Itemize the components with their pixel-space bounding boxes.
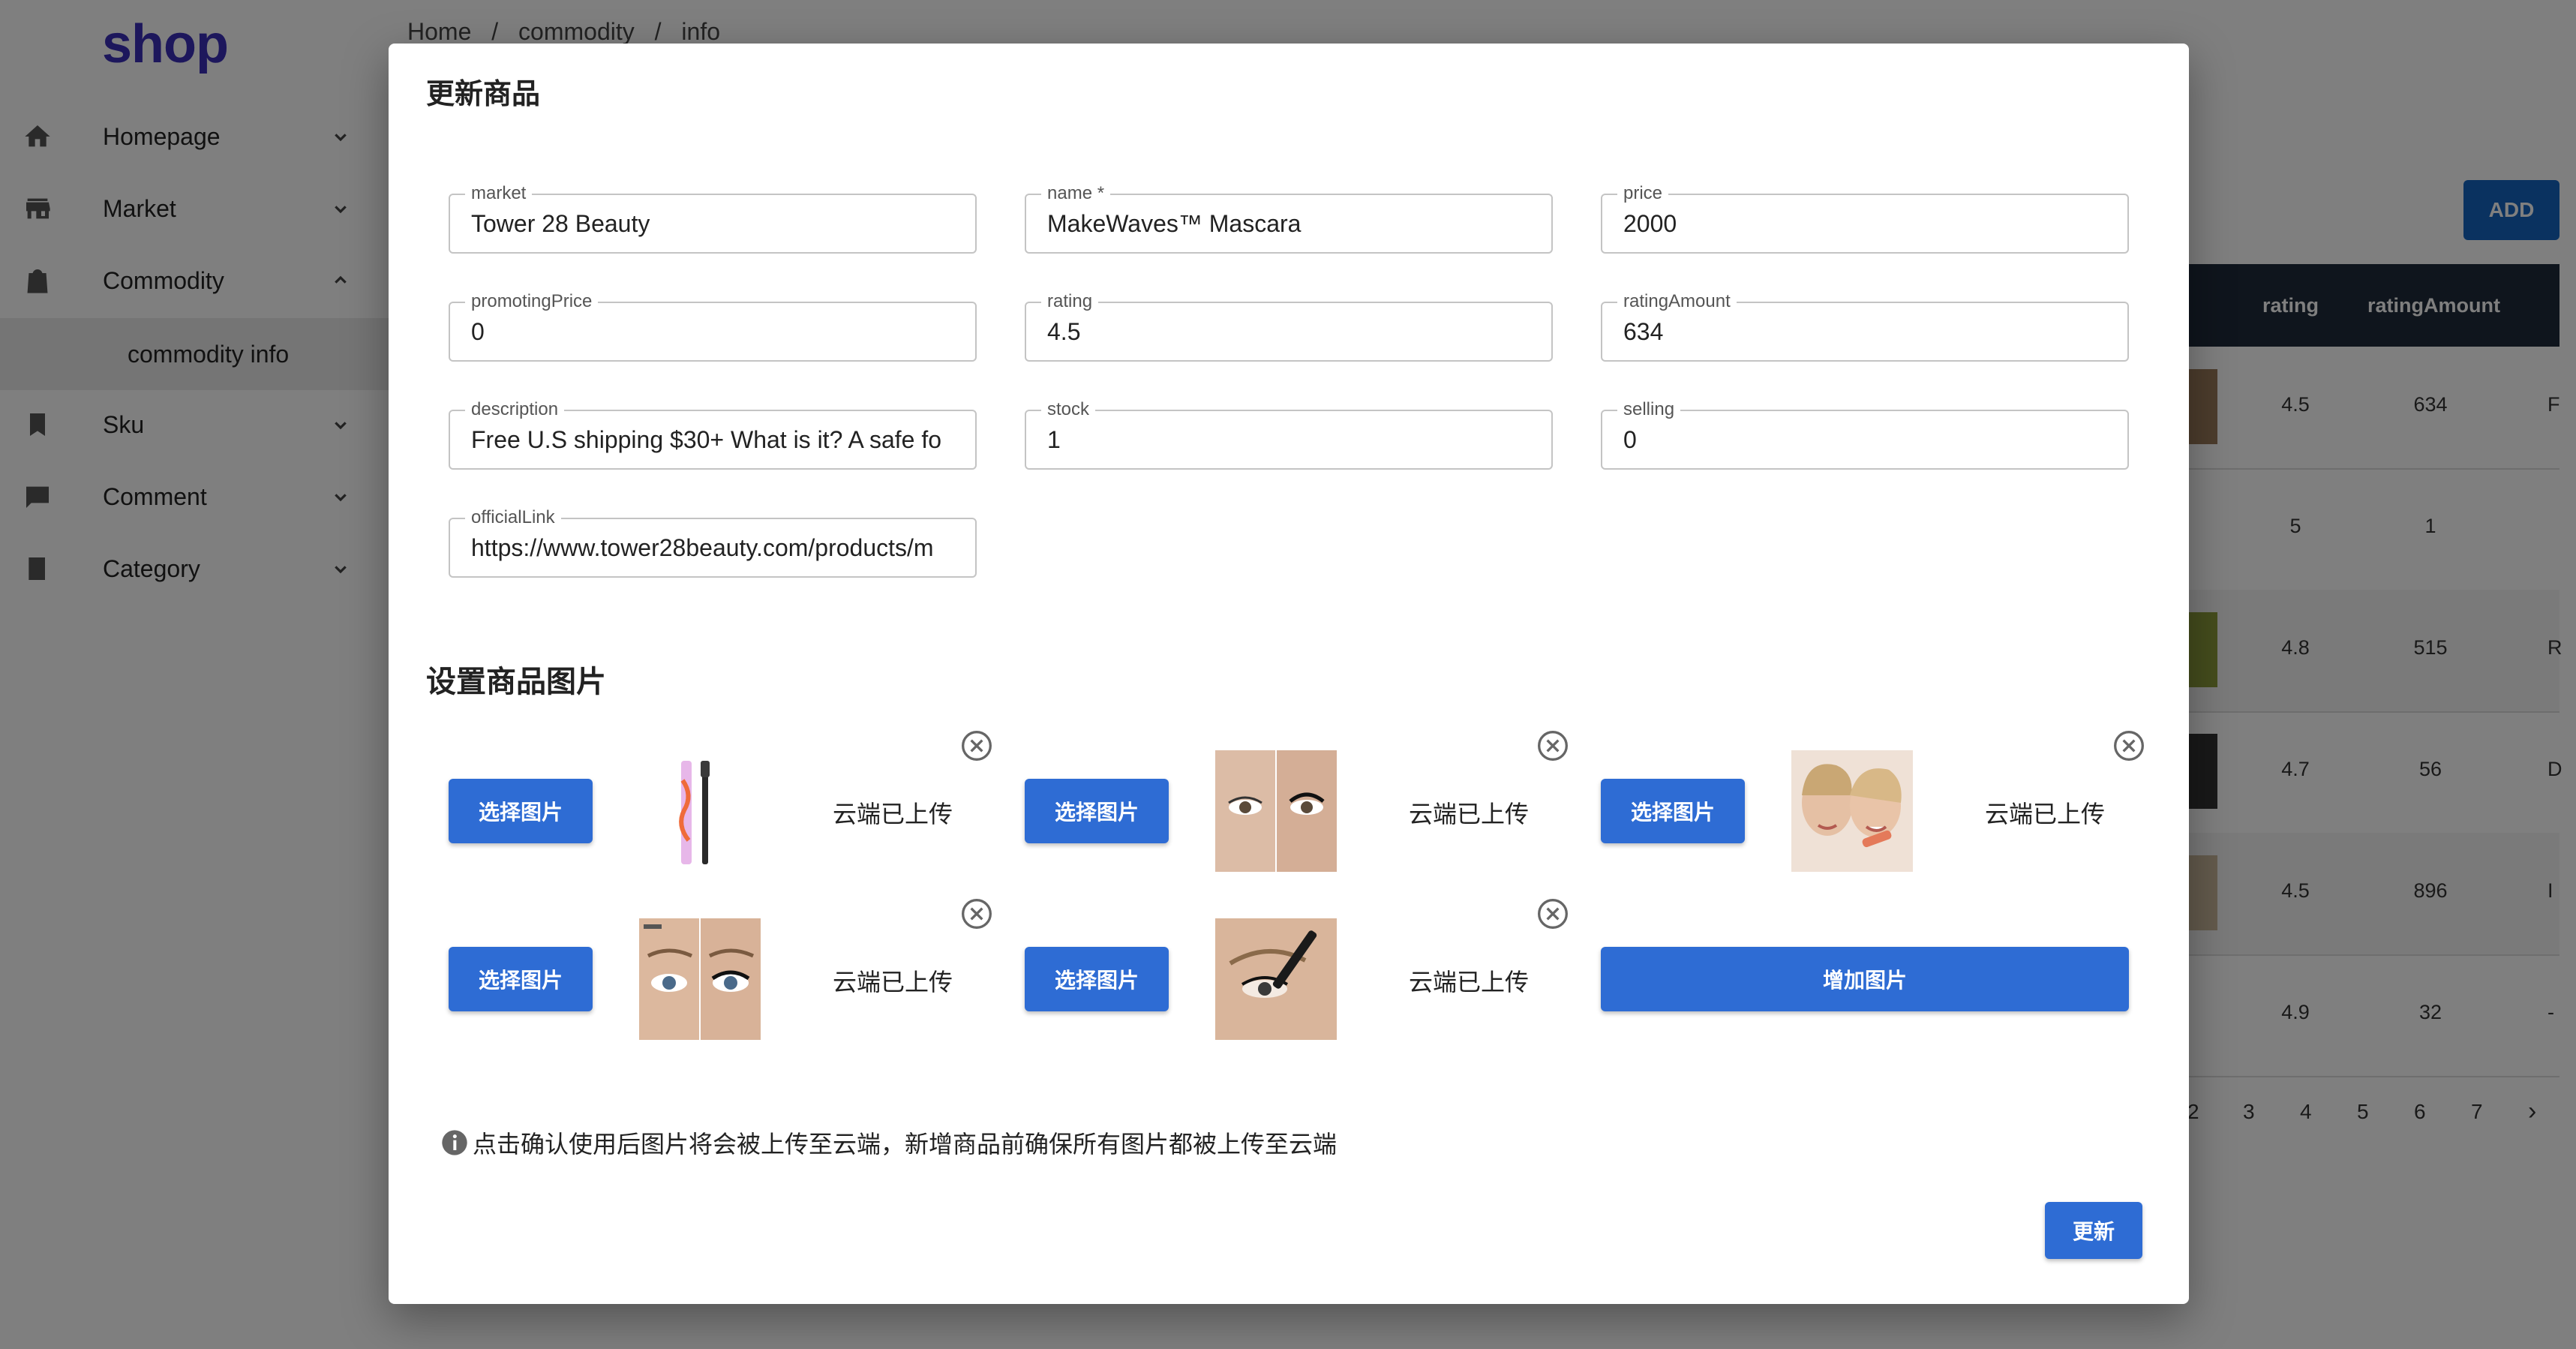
field-value[interactable]: 0 xyxy=(471,303,957,360)
upload-status: 云端已上传 xyxy=(833,969,953,996)
product-image xyxy=(1215,918,1337,1040)
upload-status: 云端已上传 xyxy=(1409,801,1530,828)
field-value[interactable]: 2000 xyxy=(1623,195,2109,252)
choose-image-button[interactable]: 选择图片 xyxy=(1601,779,1745,843)
dialog-title: 更新商品 xyxy=(426,79,541,110)
eyes-comparison-image xyxy=(1215,750,1337,872)
product-image xyxy=(1791,750,1913,872)
remove-image-icon[interactable] xyxy=(1536,729,1569,762)
product-image xyxy=(639,750,761,872)
info-icon xyxy=(442,1130,467,1155)
field-value[interactable]: Tower 28 Beauty xyxy=(471,195,957,252)
choose-image-button[interactable]: 选择图片 xyxy=(449,947,593,1011)
product-image xyxy=(639,918,761,1040)
selling-field[interactable]: selling 0 xyxy=(1601,399,2129,470)
models-portrait-image xyxy=(1791,750,1913,872)
stock-field[interactable]: stock 1 xyxy=(1025,399,1553,470)
remove-image-icon[interactable] xyxy=(960,897,993,930)
mascara-application-image xyxy=(1215,918,1337,1040)
market-field[interactable]: market Tower 28 Beauty xyxy=(449,183,977,254)
upload-status: 云端已上传 xyxy=(1985,801,2106,828)
upload-status: 云端已上传 xyxy=(1409,969,1530,996)
official-link-field[interactable]: officialLink https://www.tower28beauty.c… xyxy=(449,507,977,578)
upload-status: 云端已上传 xyxy=(833,801,953,828)
remove-image-icon[interactable] xyxy=(1536,897,1569,930)
choose-image-button[interactable]: 选择图片 xyxy=(449,779,593,843)
update-submit-button[interactable]: 更新 xyxy=(2045,1202,2142,1259)
field-value[interactable]: 0 xyxy=(1623,411,2109,468)
notice-text: 点击确认使用后图片将会被上传至云端，新增商品前确保所有图片都被上传至云端 xyxy=(473,1131,1338,1158)
description-field[interactable]: description Free U.S shipping $30+ What … xyxy=(449,399,977,470)
add-image-button[interactable]: 增加图片 xyxy=(1601,947,2129,1011)
upload-notice: 点击确认使用后图片将会被上传至云端，新增商品前确保所有图片都被上传至云端 xyxy=(440,1125,1337,1160)
name-field[interactable]: name * MakeWaves™ Mascara xyxy=(1025,183,1553,254)
rating-amount-field[interactable]: ratingAmount 634 xyxy=(1601,291,2129,362)
mascara-tube-image xyxy=(679,761,710,864)
rating-field[interactable]: rating 4.5 xyxy=(1025,291,1553,362)
field-value[interactable]: 4.5 xyxy=(1047,303,1533,360)
remove-image-icon[interactable] xyxy=(960,729,993,762)
field-value[interactable]: 1 xyxy=(1047,411,1533,468)
promoting-price-field[interactable]: promotingPrice 0 xyxy=(449,291,977,362)
remove-image-icon[interactable] xyxy=(2112,729,2145,762)
field-value[interactable]: 634 xyxy=(1623,303,2109,360)
field-value[interactable]: MakeWaves™ Mascara xyxy=(1047,195,1533,252)
update-commodity-dialog: 更新商品 market Tower 28 Beauty name * MakeW… xyxy=(389,44,2189,1304)
field-value[interactable]: Free U.S shipping $30+ What is it? A saf… xyxy=(471,411,957,468)
product-image xyxy=(1215,750,1337,872)
price-field[interactable]: price 2000 xyxy=(1601,183,2129,254)
lashes-before-after-image xyxy=(639,918,761,1040)
images-section-title: 设置商品图片 xyxy=(426,665,606,699)
choose-image-button[interactable]: 选择图片 xyxy=(1025,779,1169,843)
field-value[interactable]: https://www.tower28beauty.com/products/m xyxy=(471,519,957,576)
choose-image-button[interactable]: 选择图片 xyxy=(1025,947,1169,1011)
